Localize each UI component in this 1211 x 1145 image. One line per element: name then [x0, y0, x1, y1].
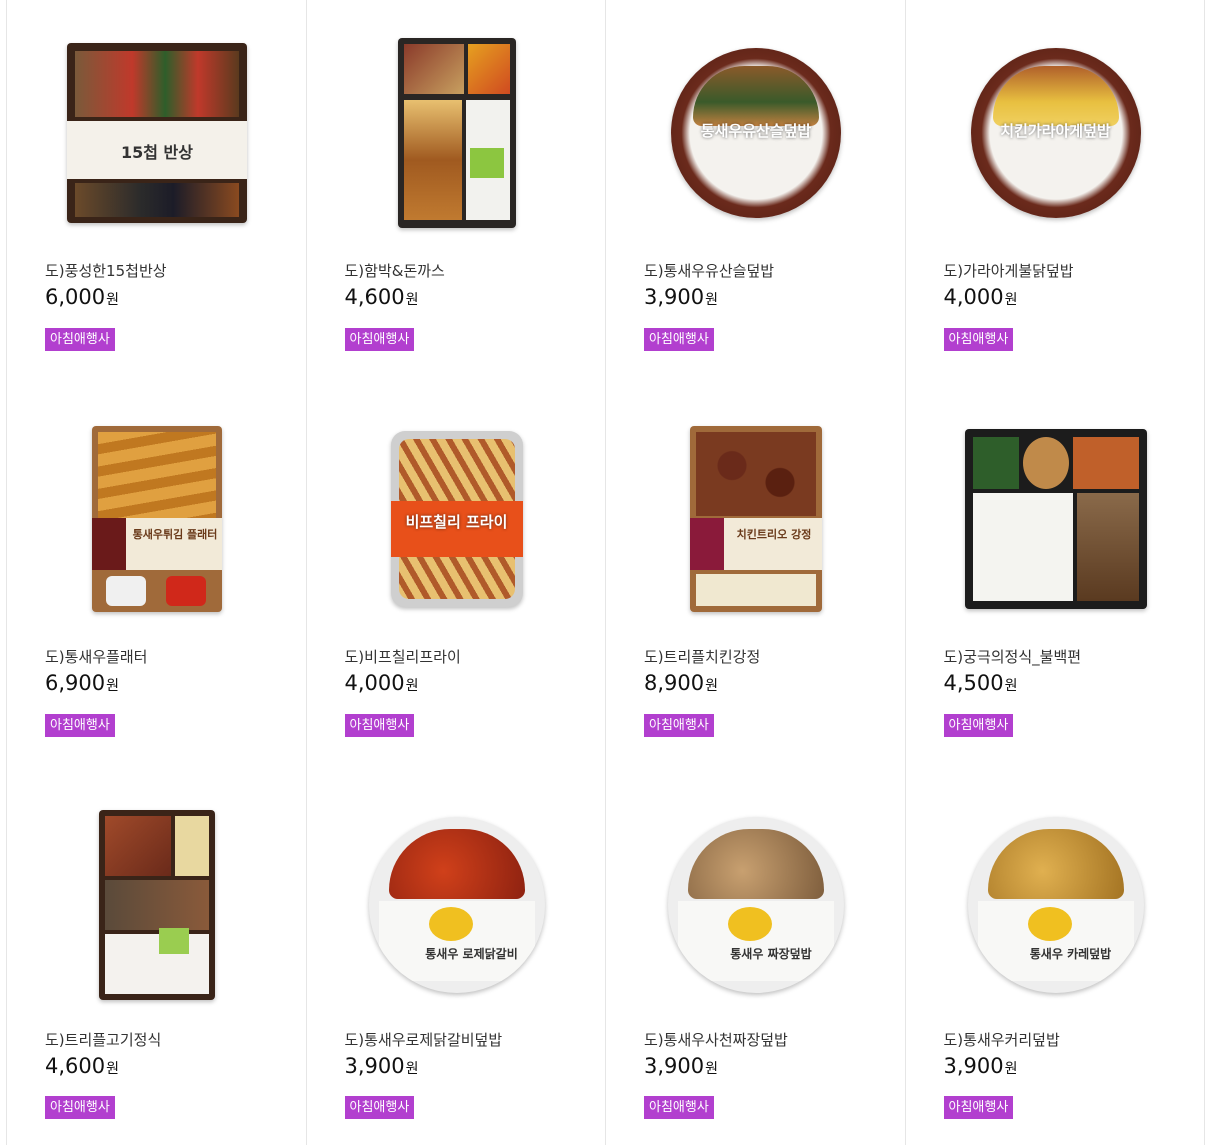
lunchbox-15-dishes-image[interactable]: 15첩 반상	[57, 28, 257, 238]
product-name[interactable]: 도)통새우플래터	[45, 646, 147, 667]
triple-chicken-gangjeong-image[interactable]: 치킨트리오 강정	[656, 414, 856, 624]
product-card[interactable]: 치킨가라아게덮밥 도)가라아게불닭덮밥 4,000원 아침애행사	[906, 0, 1205, 386]
promo-badge: 아침애행사	[644, 714, 714, 737]
product-price: 4,600원	[45, 1054, 120, 1078]
product-name[interactable]: 도)통새우유산슬덮밥	[644, 260, 774, 281]
beef-chili-fries-image[interactable]: 비프칠리 프라이	[357, 414, 557, 624]
promo-badge: 아침애행사	[344, 328, 415, 351]
promo-badge: 아침애행사	[45, 714, 115, 737]
promo-badge: 아침애행사	[344, 714, 415, 737]
product-card[interactable]: 15첩 반상 도)풍성한15첩반상 6,000원 아침애행사	[7, 0, 307, 386]
chicken-karaage-rice-bowl-image[interactable]: 치킨가라아게덮밥	[956, 28, 1156, 238]
promo-badge: 아침애행사	[644, 328, 714, 351]
product-card[interactable]: 도)함박&돈까스 4,600원 아침애행사	[307, 0, 606, 386]
product-card[interactable]: 치킨트리오 강정 도)트리플치킨강정 8,900원 아침애행사	[606, 386, 906, 772]
product-card[interactable]: 도)트리플고기정식 4,600원 아침애행사	[7, 772, 307, 1145]
product-price: 4,500원	[943, 671, 1018, 695]
promo-badge: 아침애행사	[943, 328, 1014, 351]
triple-meat-set-meal-image[interactable]	[57, 800, 257, 1010]
promo-badge: 아침애행사	[644, 1096, 714, 1119]
product-price: 8,900원	[644, 671, 719, 695]
product-card[interactable]: 통새우 로제닭갈비 도)통새우로제닭갈비덮밥 3,900원 아침애행사	[307, 772, 606, 1145]
product-price: 6,000원	[45, 285, 120, 309]
product-card[interactable]: 비프칠리 프라이 도)비프칠리프라이 4,000원 아침애행사	[307, 386, 606, 772]
product-price: 3,900원	[644, 285, 719, 309]
product-name[interactable]: 도)통새우커리덮밥	[944, 1029, 1060, 1050]
promo-badge: 아침애행사	[344, 1096, 415, 1119]
promo-badge: 아침애행사	[45, 1096, 115, 1119]
product-grid: 15첩 반상 도)풍성한15첩반상 6,000원 아침애행사 도)함박&돈까스 …	[6, 0, 1205, 1145]
product-name[interactable]: 도)통새우사천짜장덮밥	[644, 1029, 788, 1050]
promo-badge: 아침애행사	[943, 1096, 1014, 1119]
product-name[interactable]: 도)트리플치킨강정	[644, 646, 760, 667]
shrimp-curry-rice-bowl-image[interactable]: 통새우 카레덮밥	[956, 800, 1156, 1010]
product-name[interactable]: 도)함박&돈까스	[345, 260, 445, 281]
product-price: 4,600원	[344, 285, 419, 309]
bulbaek-set-meal-image[interactable]	[956, 414, 1156, 624]
product-card[interactable]: 통새우튀김 플래터 도)통새우플래터 6,900원 아침애행사	[7, 386, 307, 772]
product-name[interactable]: 도)트리플고기정식	[45, 1029, 161, 1050]
product-price: 6,900원	[45, 671, 120, 695]
hamburg-pork-cutlet-box-image[interactable]	[357, 28, 557, 238]
promo-badge: 아침애행사	[45, 328, 115, 351]
product-name[interactable]: 도)통새우로제닭갈비덮밥	[345, 1029, 503, 1050]
product-card[interactable]: 통새우 짜장덮밥 도)통새우사천짜장덮밥 3,900원 아침애행사	[606, 772, 906, 1145]
product-card[interactable]: 통새우 카레덮밥 도)통새우커리덮밥 3,900원 아침애행사	[906, 772, 1205, 1145]
product-price: 4,000원	[943, 285, 1018, 309]
product-card[interactable]: 도)궁극의정식_불백편 4,500원 아침애행사	[906, 386, 1205, 772]
shrimp-rice-bowl-image[interactable]: 통새우유산슬덮밥	[656, 28, 856, 238]
fried-shrimp-platter-image[interactable]: 통새우튀김 플래터	[57, 414, 257, 624]
product-price: 3,900원	[943, 1054, 1018, 1078]
promo-badge: 아침애행사	[943, 714, 1014, 737]
product-price: 3,900원	[344, 1054, 419, 1078]
rose-dakgalbi-rice-bowl-image[interactable]: 통새우 로제닭갈비	[357, 800, 557, 1010]
sichuan-jjajang-rice-bowl-image[interactable]: 통새우 짜장덮밥	[656, 800, 856, 1010]
product-card[interactable]: 통새우유산슬덮밥 도)통새우유산슬덮밥 3,900원 아침애행사	[606, 0, 906, 386]
product-name[interactable]: 도)비프칠리프라이	[345, 646, 461, 667]
product-price: 4,000원	[344, 671, 419, 695]
product-name[interactable]: 도)궁극의정식_불백편	[944, 646, 1082, 667]
product-name[interactable]: 도)가라아게불닭덮밥	[944, 260, 1074, 281]
product-name[interactable]: 도)풍성한15첩반상	[45, 260, 167, 281]
product-price: 3,900원	[644, 1054, 719, 1078]
